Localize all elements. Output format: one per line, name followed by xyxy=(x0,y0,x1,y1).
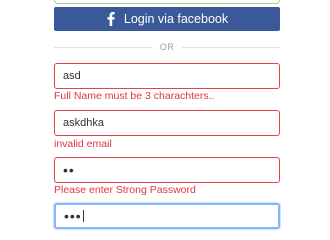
or-text: OR xyxy=(159,42,175,52)
divider-line-left xyxy=(54,46,152,48)
email-error: invalid email xyxy=(54,138,112,150)
email-input[interactable]: askdhka xyxy=(54,110,280,136)
facebook-login-button[interactable]: Login via facebook xyxy=(54,7,280,31)
password-value: •• xyxy=(63,162,75,178)
password-error: Please enter Strong Password xyxy=(54,184,196,196)
password-input[interactable]: •• xyxy=(54,157,280,183)
full-name-input[interactable]: asd xyxy=(54,63,280,89)
confirm-password-value: ••• xyxy=(64,208,82,224)
facebook-icon xyxy=(106,12,116,26)
full-name-value: asd xyxy=(63,70,81,82)
confirm-password-input[interactable]: ••• xyxy=(54,203,280,229)
text-cursor xyxy=(82,210,84,222)
divider-line-right xyxy=(182,46,280,48)
signup-form: Login via facebook OR asd Full Name must… xyxy=(0,0,330,229)
facebook-login-label: Login via facebook xyxy=(123,12,229,26)
email-value: askdhka xyxy=(63,117,104,129)
previous-button-edge[interactable] xyxy=(54,0,280,4)
full-name-error: Full Name must be 3 charachters.. xyxy=(54,90,215,102)
or-divider: OR xyxy=(54,40,280,54)
